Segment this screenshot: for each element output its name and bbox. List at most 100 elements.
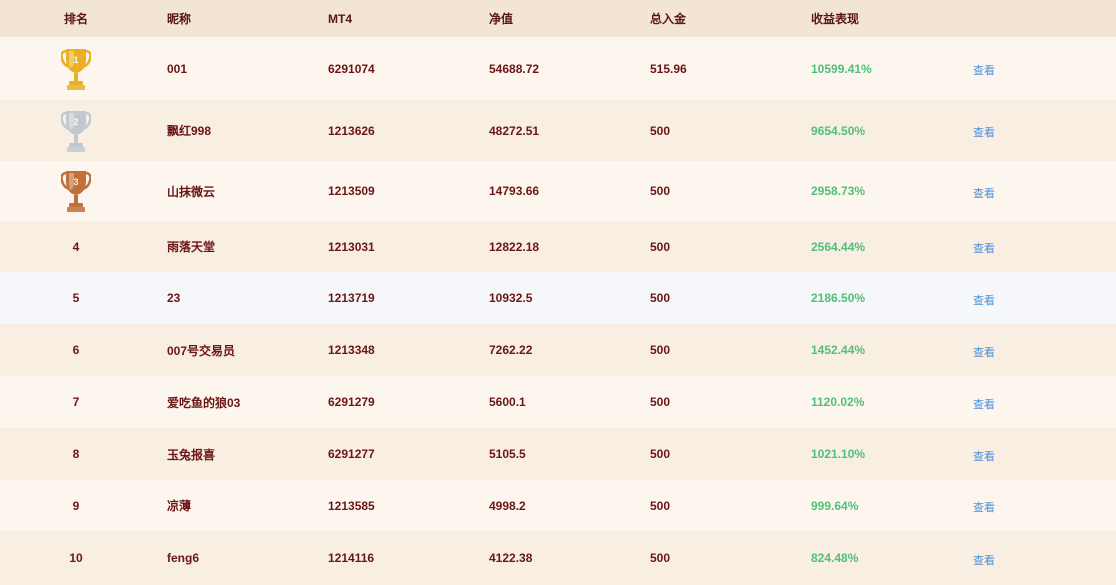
equity-value: 12822.18 (489, 239, 540, 254)
mt4-account: 1213626 (328, 123, 375, 138)
bronze-trophy-icon: 3 (38, 161, 114, 221)
return-percent: 10599.41% (811, 61, 872, 76)
view-link[interactable]: 查看 (973, 182, 995, 201)
nickname: 玉兔报喜 (167, 447, 216, 462)
return-percent: 999.64% (811, 498, 859, 513)
nickname: 雨落天堂 (167, 240, 216, 254)
rank-number: 6 (72, 343, 80, 357)
mt4-account: 6291277 (328, 447, 375, 461)
view-cell: 查看 (973, 376, 995, 428)
nickname: 001 (167, 61, 188, 76)
view-cell: 查看 (973, 480, 995, 531)
view-link[interactable]: 查看 (973, 121, 995, 140)
table-row: 8 玉兔报喜 6291277 5105.5 500 1021.10% 查看 (0, 428, 1116, 480)
gold-trophy-icon: 1 (38, 37, 114, 100)
table-row: 10 feng6 1214116 4122.38 500 824.48% 查看 (0, 531, 1116, 585)
svg-text:3: 3 (73, 177, 78, 187)
total-deposit: 500 (650, 447, 671, 461)
rank-number: 10 (69, 551, 83, 565)
table-row: 2 飘红998 1213626 48272.51 500 9654.50% 查看 (0, 100, 1116, 161)
total-deposit: 500 (650, 498, 671, 513)
total-deposit: 500 (650, 395, 671, 409)
table-row: 7 爱吃鱼的狼03 6291279 5600.1 500 1120.02% 查看 (0, 376, 1116, 428)
ranking-table: 排名 昵称 MT4 净值 总入金 收益表现 1 001 6291074 54688.7… (0, 0, 1116, 585)
mt4-account: 6291074 (328, 61, 375, 76)
header-return: 收益表现 (811, 12, 860, 26)
header-mt4: MT4 (328, 11, 352, 26)
header-nickname: 昵称 (167, 12, 192, 26)
mt4-account: 1214116 (328, 551, 375, 565)
equity-value: 5105.5 (489, 447, 526, 461)
view-cell: 查看 (973, 100, 995, 161)
table-row: 1 001 6291074 54688.72 515.96 10599.41% 查看 (0, 37, 1116, 100)
return-percent: 1021.10% (811, 447, 866, 461)
nickname: 007号交易员 (167, 343, 236, 358)
equity-value: 5600.1 (489, 395, 526, 409)
total-deposit: 500 (650, 551, 671, 565)
return-percent: 9654.50% (811, 123, 866, 138)
table-row: 5 23 1213719 10932.5 500 2186.50% 查看 (0, 272, 1116, 324)
rank-number: 5 (72, 291, 80, 305)
equity-value: 7262.22 (489, 343, 533, 357)
rank-number: 9 (72, 498, 80, 513)
mt4-account: 1213348 (328, 343, 375, 357)
total-deposit: 500 (650, 184, 671, 198)
silver-trophy-icon: 2 (38, 100, 114, 161)
equity-value: 4998.2 (489, 498, 526, 513)
total-deposit: 500 (650, 343, 671, 357)
nickname: 飘红998 (167, 124, 212, 138)
return-percent: 2186.50% (811, 291, 866, 305)
rank-number: 4 (72, 239, 80, 254)
total-deposit: 515.96 (650, 61, 687, 76)
view-link[interactable]: 查看 (973, 445, 995, 464)
view-cell: 查看 (973, 161, 995, 221)
view-cell: 查看 (973, 428, 995, 480)
view-link[interactable]: 查看 (973, 549, 995, 568)
nickname: 凉薄 (167, 499, 192, 513)
svg-text:1: 1 (73, 55, 78, 65)
return-percent: 824.48% (811, 551, 859, 565)
return-percent: 2958.73% (811, 184, 866, 198)
equity-value: 10932.5 (489, 291, 533, 305)
view-link[interactable]: 查看 (973, 237, 995, 256)
return-percent: 2564.44% (811, 239, 866, 254)
table-row: 6 007号交易员 1213348 7262.22 500 1452.44% 查看 (0, 324, 1116, 376)
view-link[interactable]: 查看 (973, 289, 995, 308)
table-header: 排名 昵称 MT4 净值 总入金 收益表现 (0, 0, 1116, 37)
return-percent: 1452.44% (811, 343, 866, 357)
view-link[interactable]: 查看 (973, 393, 995, 412)
view-cell: 查看 (973, 531, 995, 585)
rank-number: 8 (72, 447, 80, 461)
equity-value: 54688.72 (489, 61, 540, 76)
mt4-account: 1213719 (328, 291, 375, 305)
view-link[interactable]: 查看 (973, 341, 995, 360)
nickname: 爱吃鱼的狼03 (167, 395, 241, 410)
table-row: 9 凉薄 1213585 4998.2 500 999.64% 查看 (0, 480, 1116, 531)
equity-value: 48272.51 (489, 123, 540, 138)
mt4-account: 1213509 (328, 184, 375, 198)
total-deposit: 500 (650, 239, 671, 254)
equity-value: 14793.66 (489, 184, 540, 198)
svg-text:2: 2 (73, 117, 78, 127)
header-equity: 净值 (489, 12, 514, 26)
view-link[interactable]: 查看 (973, 496, 995, 515)
mt4-account: 1213031 (328, 239, 375, 254)
header-rank: 排名 (63, 12, 88, 26)
total-deposit: 500 (650, 123, 671, 138)
header-deposit: 总入金 (650, 12, 687, 26)
nickname: 23 (167, 291, 181, 305)
view-cell: 查看 (973, 37, 995, 100)
view-link[interactable]: 查看 (973, 59, 995, 78)
mt4-account: 1213585 (328, 498, 375, 513)
return-percent: 1120.02% (811, 395, 865, 409)
view-cell: 查看 (973, 324, 995, 376)
table-row: 4 雨落天堂 1213031 12822.18 500 2564.44% 查看 (0, 221, 1116, 272)
view-cell: 查看 (973, 221, 995, 272)
mt4-account: 6291279 (328, 395, 375, 409)
nickname: 山抹微云 (167, 184, 216, 199)
rank-number: 7 (72, 395, 80, 409)
view-cell: 查看 (973, 272, 995, 324)
equity-value: 4122.38 (489, 551, 533, 565)
nickname: feng6 (167, 551, 200, 565)
table-row: 3 山抹微云 1213509 14793.66 500 2958.73% 查看 (0, 161, 1116, 221)
